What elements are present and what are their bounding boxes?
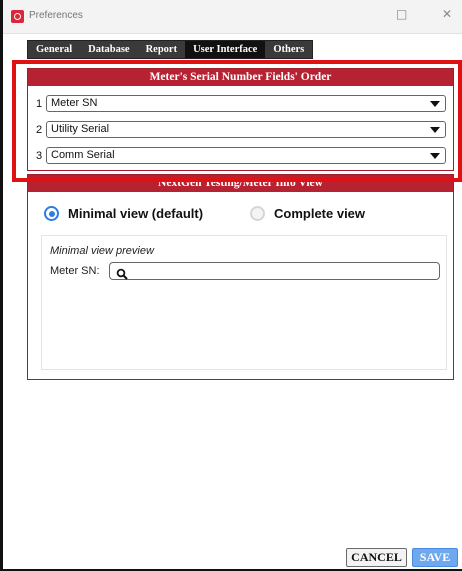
minimal-view-option[interactable]: Minimal view (default) (44, 206, 203, 221)
window-title: Preferences (29, 10, 83, 21)
tab-report[interactable]: Report (138, 41, 186, 58)
app-logo-icon (11, 10, 24, 23)
tab-user-interface[interactable]: User Interface (185, 41, 266, 58)
meter-sn-search-input[interactable] (109, 262, 440, 280)
save-button[interactable]: SAVE (412, 548, 458, 567)
title-bar: Preferences □ ✕ (3, 0, 462, 34)
preferences-window: Preferences □ ✕ General Database Report … (0, 0, 462, 571)
window-border-left (0, 0, 3, 571)
highlight-box (12, 60, 462, 182)
maximize-icon[interactable]: □ (396, 7, 407, 21)
complete-view-label: Complete view (274, 206, 366, 221)
close-icon[interactable]: ✕ (442, 7, 452, 21)
radio-unselected-icon[interactable] (250, 206, 265, 221)
tab-others[interactable]: Others (265, 41, 312, 58)
tab-bar: General Database Report User Interface O… (27, 40, 314, 59)
tab-general[interactable]: General (28, 41, 80, 58)
complete-view-option[interactable]: Complete view (250, 206, 365, 221)
radio-selected-icon[interactable] (44, 206, 59, 221)
search-icon (116, 265, 128, 284)
minimal-view-label: Minimal view (default) (68, 206, 204, 221)
minimal-view-preview: Minimal view preview Meter SN: (41, 235, 447, 370)
meter-sn-label: Meter SN: (50, 265, 100, 277)
tab-database[interactable]: Database (80, 41, 137, 58)
preview-title: Minimal view preview (50, 245, 154, 257)
cancel-button[interactable]: CANCEL (346, 548, 407, 567)
